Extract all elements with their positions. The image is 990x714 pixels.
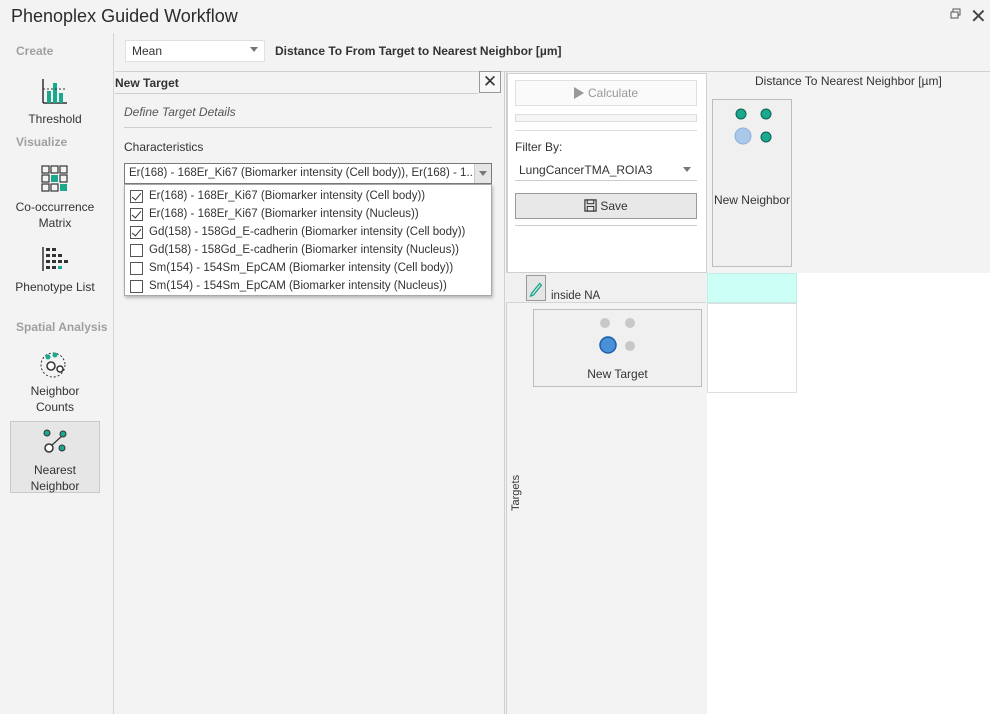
dropdown-option[interactable]: Er(168) - 168Er_Ki67 (Biomarker intensit… — [125, 187, 491, 205]
calculation-panel: Calculate Filter By: LungCancerTMA_ROIA3… — [507, 73, 707, 273]
checkbox[interactable] — [130, 207, 143, 221]
main-panel: Mean Distance To From Target to Nearest … — [115, 33, 990, 714]
close-panel-button[interactable]: ✕ — [479, 71, 501, 93]
nav-item-threshold[interactable]: Threshold — [10, 73, 100, 126]
dropdown-option[interactable]: Sm(154) - 154Sm_EpCAM (Biomarker intensi… — [125, 259, 491, 277]
checkbox[interactable] — [130, 243, 143, 257]
filter-select-value: LungCancerTMA_ROIA3 — [519, 163, 653, 177]
nav-section-create: Create — [16, 44, 54, 58]
calculate-button[interactable]: Calculate — [515, 80, 697, 106]
play-icon — [573, 87, 584, 99]
neighbor-counts-icon — [40, 352, 66, 378]
threshold-chart-icon — [42, 79, 67, 104]
chevron-down-icon — [683, 167, 691, 172]
nav-item-co-occurrence-matrix[interactable]: Co-occurrence Matrix — [10, 161, 100, 230]
divider — [515, 225, 697, 226]
title-bar: Phenoplex Guided Workflow ✕ — [0, 0, 990, 33]
save-label: Save — [600, 199, 628, 213]
edit-row-button[interactable] — [526, 275, 546, 301]
option-label: Sm(154) - 154Sm_EpCAM (Biomarker intensi… — [149, 280, 447, 292]
combo-dropdown-button[interactable] — [474, 164, 491, 183]
nav-label: Threshold — [28, 112, 82, 126]
option-label: Gd(158) - 158Gd_E-cadherin (Biomarker in… — [149, 226, 466, 238]
chevron-down-icon — [250, 47, 258, 52]
option-label: Er(168) - 168Er_Ki67 (Biomarker intensit… — [149, 208, 419, 220]
divider — [115, 93, 478, 94]
nav-label: Nearest Neighbor — [30, 463, 80, 493]
matrix-grid-icon — [41, 165, 68, 192]
mode-select-value: Mean — [132, 44, 163, 58]
characteristics-dropdown-list: Er(168) - 168Er_Ki67 (Biomarker intensit… — [124, 184, 492, 296]
checkbox[interactable] — [130, 189, 143, 203]
restore-window-icon[interactable] — [950, 8, 962, 20]
divider — [515, 130, 697, 131]
result-cell[interactable] — [707, 303, 797, 393]
metric-title: Distance To From Target to Nearest Neigh… — [275, 44, 562, 58]
nav-item-phenotype-list[interactable]: Phenotype List — [10, 241, 100, 309]
option-label: Sm(154) - 154Sm_EpCAM (Biomarker intensi… — [149, 262, 454, 274]
targets-axis-label: Targets — [510, 474, 522, 511]
checkbox[interactable] — [130, 261, 143, 275]
option-label: Gd(158) - 158Gd_E-cadherin (Biomarker in… — [149, 244, 459, 256]
characteristics-combo[interactable]: Er(168) - 168Er_Ki67 (Biomarker intensit… — [124, 163, 492, 184]
dropdown-option[interactable]: Er(168) - 168Er_Ki67 (Biomarker intensit… — [125, 205, 491, 223]
dropdown-option[interactable]: Gd(158) - 158Gd_E-cadherin (Biomarker in… — [125, 223, 491, 241]
sidebar-nav: Create Threshold Visualize Co-occurrence… — [0, 33, 114, 714]
window-title: Phenoplex Guided Workflow — [11, 6, 238, 26]
save-disk-icon — [584, 199, 597, 212]
nav-label: Phenotype List — [15, 280, 95, 294]
nav-item-nearest-neighbor[interactable]: Nearest Neighbor — [10, 421, 100, 493]
nav-section-visualize: Visualize — [16, 135, 68, 149]
target-row-header: inside NA — [506, 273, 706, 303]
progress-bar — [515, 114, 697, 122]
save-button[interactable]: Save — [515, 193, 697, 219]
new-neighbor-tile[interactable]: New Neighbor — [712, 99, 792, 267]
close-window-icon[interactable]: ✕ — [970, 4, 987, 29]
checkbox[interactable] — [130, 225, 143, 239]
chevron-down-icon — [479, 171, 487, 176]
pencil-icon — [529, 282, 543, 298]
nearest-neighbor-icon — [43, 429, 67, 453]
checkbox[interactable] — [130, 279, 143, 293]
row-name: inside NA — [551, 290, 601, 302]
new-target-tile[interactable]: New Target — [533, 309, 702, 387]
characteristics-label: Characteristics — [124, 140, 204, 154]
divider — [124, 127, 492, 128]
dropdown-option[interactable]: Sm(154) - 154Sm_EpCAM (Biomarker intensi… — [125, 277, 491, 295]
column-header: Distance To Nearest Neighbor [µm] — [755, 74, 942, 88]
nav-label: Neighbor Counts — [30, 384, 80, 414]
new-target-header: New Target — [115, 76, 179, 90]
nav-section-spatial-analysis: Spatial Analysis — [16, 320, 108, 334]
filter-by-label: Filter By: — [515, 140, 563, 154]
calculate-label: Calculate — [587, 86, 639, 100]
grid-background — [797, 273, 990, 303]
target-dots-icon — [599, 318, 635, 354]
characteristics-combo-value: Er(168) - 168Er_Ki67 (Biomarker intensit… — [129, 167, 474, 179]
new-neighbor-label: New Neighbor — [713, 193, 791, 207]
results-grid-area: Calculate Filter By: LungCancerTMA_ROIA3… — [506, 71, 990, 714]
option-label: Er(168) - 168Er_Ki67 (Biomarker intensit… — [149, 190, 426, 202]
aggregation-mode-select[interactable]: Mean — [125, 40, 265, 62]
nav-label: Co-occurrence Matrix — [15, 200, 95, 230]
nav-item-neighbor-counts[interactable]: Neighbor Counts — [10, 345, 100, 414]
new-target-panel: New Target ✕ Define Target Details Chara… — [115, 71, 505, 714]
phenotype-list-icon — [42, 247, 68, 271]
dropdown-option[interactable]: Gd(158) - 158Gd_E-cadherin (Biomarker in… — [125, 241, 491, 259]
define-target-subtitle: Define Target Details — [124, 105, 236, 119]
result-cell-highlight[interactable] — [707, 273, 797, 303]
neighbor-dots-icon — [734, 108, 772, 145]
new-target-label: New Target — [587, 367, 648, 381]
filter-by-select[interactable]: LungCancerTMA_ROIA3 — [515, 159, 697, 181]
